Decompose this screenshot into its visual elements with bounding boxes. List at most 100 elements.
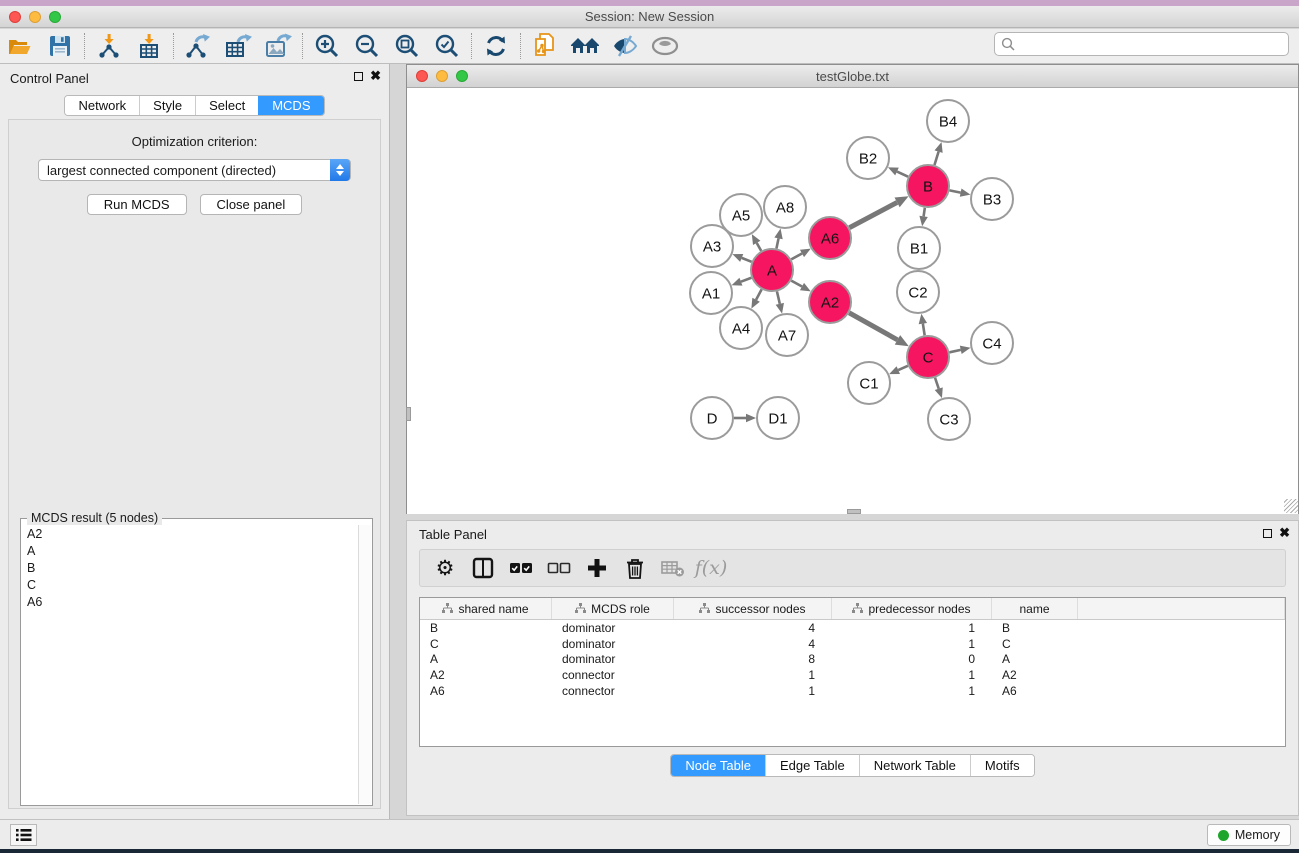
cell[interactable]: connector — [552, 683, 674, 699]
select-all-columns-button[interactable] — [504, 553, 538, 583]
unselect-all-columns-button[interactable] — [542, 553, 576, 583]
tab-mcds[interactable]: MCDS — [258, 96, 323, 115]
graph-edge-C-C2[interactable] — [919, 314, 927, 336]
export-image-button[interactable] — [258, 31, 298, 61]
open-file-button[interactable] — [0, 31, 40, 61]
import-network-button[interactable] — [89, 31, 129, 61]
graph-edge-A-A5[interactable] — [752, 234, 761, 251]
run-mcds-button[interactable]: Run MCDS — [87, 194, 187, 215]
cell[interactable]: 1 — [832, 620, 992, 636]
cell[interactable]: 1 — [674, 667, 832, 683]
network-vertical-scrollbar[interactable] — [406, 407, 411, 421]
mcds-result-item[interactable]: A — [22, 542, 358, 559]
column-header-name[interactable]: name — [992, 598, 1078, 619]
cell[interactable]: A — [992, 651, 1078, 667]
cell[interactable] — [1078, 667, 1285, 683]
graph-node-A2[interactable]: A2 — [809, 281, 851, 323]
graph-node-B[interactable]: B — [907, 165, 949, 207]
graph-edge-A-A4[interactable] — [751, 289, 761, 308]
close-panel-icon[interactable]: ✖ — [370, 71, 381, 81]
mcds-result-item[interactable]: C — [22, 576, 358, 593]
graph-edge-A-A1[interactable] — [732, 278, 752, 286]
cell[interactable]: 8 — [674, 651, 832, 667]
column-header-predecessor-nodes[interactable]: predecessor nodes — [832, 598, 992, 619]
graph-edge-A6-B[interactable] — [849, 196, 908, 227]
cell[interactable]: dominator — [552, 620, 674, 636]
table-row[interactable]: A6connector11A6 — [420, 683, 1285, 699]
graph-node-D[interactable]: D — [691, 397, 733, 439]
graph-node-B2[interactable]: B2 — [847, 137, 889, 179]
graph-edge-C-C3[interactable] — [935, 378, 943, 398]
mcds-result-item[interactable]: A6 — [22, 593, 358, 610]
graph-node-C1[interactable]: C1 — [848, 362, 890, 404]
graph-node-B1[interactable]: B1 — [898, 227, 940, 269]
graph-node-C4[interactable]: C4 — [971, 322, 1013, 364]
memory-button[interactable]: Memory — [1207, 824, 1291, 846]
cell[interactable]: 4 — [674, 636, 832, 652]
graph-edge-A-A3[interactable] — [732, 254, 751, 262]
graph-node-C[interactable]: C — [907, 336, 949, 378]
network-canvas[interactable]: AA1A2A3A4A5A6A7A8BB1B2B3B4CC1C2C3C4DD1 — [407, 89, 1298, 514]
cell[interactable]: 4 — [674, 620, 832, 636]
graph-edge-A2-C[interactable] — [849, 313, 909, 346]
cell[interactable]: B — [992, 620, 1078, 636]
cell[interactable]: B — [420, 620, 552, 636]
graph-node-A4[interactable]: A4 — [720, 307, 762, 349]
task-history-button[interactable] — [10, 824, 37, 846]
float-panel-icon[interactable] — [354, 72, 363, 81]
zoom-fit-button[interactable] — [387, 31, 427, 61]
tab-edge-table[interactable]: Edge Table — [765, 755, 859, 776]
column-header-shared-name[interactable]: shared name — [420, 598, 552, 619]
graph-node-A[interactable]: A — [751, 249, 793, 291]
cell[interactable]: A2 — [420, 667, 552, 683]
cell[interactable]: A6 — [992, 683, 1078, 699]
graph-edge-A-A7[interactable] — [776, 291, 784, 313]
table-row[interactable]: A2connector11A2 — [420, 667, 1285, 683]
column-header-MCDS-role[interactable]: MCDS role — [552, 598, 674, 619]
window-resize-grip[interactable] — [1284, 499, 1298, 513]
cell[interactable] — [1078, 683, 1285, 699]
save-session-button[interactable] — [40, 31, 80, 61]
cell[interactable] — [1078, 620, 1285, 636]
float-table-panel-icon[interactable] — [1263, 529, 1272, 538]
table-settings-button[interactable]: ⚙ — [428, 553, 462, 583]
delete-table-button[interactable] — [656, 553, 690, 583]
mcds-result-item[interactable]: A2 — [22, 525, 358, 542]
cell[interactable]: C — [420, 636, 552, 652]
table-row[interactable]: Bdominator41B — [420, 620, 1285, 636]
graph-edge-C-C1[interactable] — [889, 366, 908, 374]
tab-select[interactable]: Select — [195, 96, 258, 115]
network-from-file-button[interactable] — [525, 31, 565, 61]
cell[interactable] — [1078, 651, 1285, 667]
export-network-button[interactable] — [178, 31, 218, 61]
graph-edge-C-C4[interactable] — [949, 346, 970, 354]
criterion-select[interactable]: largest connected component (directed) — [38, 159, 351, 181]
cell[interactable]: 0 — [832, 651, 992, 667]
hide-details-button[interactable] — [605, 31, 645, 61]
cell[interactable]: connector — [552, 667, 674, 683]
graph-node-A5[interactable]: A5 — [720, 194, 762, 236]
add-column-button[interactable] — [580, 553, 614, 583]
graph-node-C3[interactable]: C3 — [928, 398, 970, 440]
cell[interactable]: A — [420, 651, 552, 667]
table-row[interactable]: Adominator80A — [420, 651, 1285, 667]
mcds-result-item[interactable]: B — [22, 559, 358, 576]
delete-column-button[interactable] — [618, 553, 652, 583]
refresh-button[interactable] — [476, 31, 516, 61]
graph-edge-B-B3[interactable] — [950, 188, 971, 196]
export-table-button[interactable] — [218, 31, 258, 61]
zoom-out-button[interactable] — [347, 31, 387, 61]
home-layout-button[interactable] — [565, 31, 605, 61]
graph-node-D1[interactable]: D1 — [757, 397, 799, 439]
cell[interactable]: 1 — [832, 636, 992, 652]
graph-node-A7[interactable]: A7 — [766, 314, 808, 356]
graph-node-A8[interactable]: A8 — [764, 186, 806, 228]
graph-edge-A-A2[interactable] — [791, 281, 810, 292]
graph-edge-B-B4[interactable] — [934, 142, 942, 165]
close-table-panel-icon[interactable]: ✖ — [1279, 528, 1290, 538]
table-row[interactable]: Cdominator41C — [420, 636, 1285, 652]
graph-edge-A-A6[interactable] — [791, 249, 810, 260]
zoom-in-button[interactable] — [307, 31, 347, 61]
cell[interactable] — [1078, 636, 1285, 652]
graph-node-C2[interactable]: C2 — [897, 271, 939, 313]
